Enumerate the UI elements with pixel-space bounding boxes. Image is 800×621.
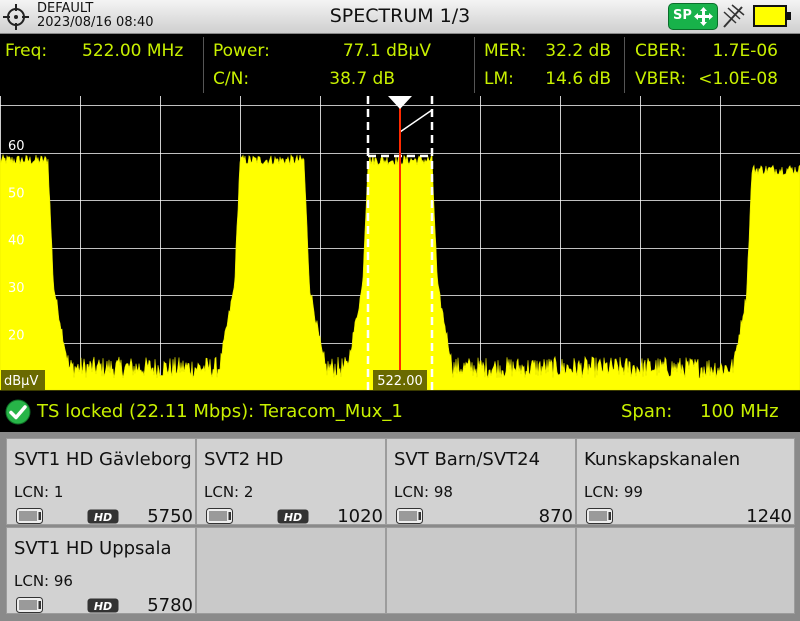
hd-icon: HD [277, 509, 309, 524]
y-unit-label: dBµV [4, 374, 38, 389]
separator [203, 37, 204, 93]
service-cell[interactable]: SVT2 HD LCN: 2 HD 1020 [196, 438, 386, 527]
span-label: Span: [621, 401, 673, 422]
service-name: SVT1 HD Gävleborg [14, 449, 192, 470]
service-cell[interactable]: SVT Barn/SVT24 LCN: 98 870 [386, 438, 576, 527]
service-lcn: LCN: 96 [14, 572, 73, 590]
title-bar: DEFAULT 2023/08/16 08:40 SPECTRUM 1/3 SP [0, 0, 800, 34]
freq-label: Freq: [5, 41, 48, 61]
y-tick-label: 60 [8, 139, 25, 154]
ts-status-text: TS locked (22.11 Mbps): Teracom_Mux_1 [37, 401, 403, 422]
tv-icon [16, 597, 43, 613]
hd-icon: HD [87, 598, 119, 613]
service-name: SVT2 HD [204, 449, 284, 470]
y-tick-label: 40 [8, 234, 25, 249]
measurement-panel: Freq: 522.00 MHz Power: 77.1 dBµV C/N: 3… [0, 34, 800, 96]
cn-value: 38.7 dB [329, 69, 395, 89]
status-line: TS locked (22.11 Mbps): Teracom_Mux_1 Sp… [0, 392, 800, 432]
vber-label: VBER: [635, 69, 687, 89]
service-lcn: LCN: 98 [394, 483, 453, 501]
service-lcn: LCN: 99 [584, 483, 643, 501]
empty-cell [386, 527, 576, 614]
service-pid: 1020 [337, 506, 383, 527]
y-tick-label: 50 [8, 186, 25, 201]
lm-label: LM: [484, 69, 514, 89]
sp-label: SP [673, 8, 692, 23]
service-cell[interactable]: SVT1 HD Gävleborg LCN: 1 HD 5750 [6, 438, 196, 527]
cn-label: C/N: [213, 69, 250, 89]
hd-icon: HD [87, 509, 119, 524]
lm-value: 14.6 dB [545, 69, 611, 89]
tv-icon [396, 508, 423, 524]
empty-cell [196, 527, 386, 614]
tv-icon [586, 508, 613, 524]
marker-freq-label: 522.00 [377, 374, 423, 389]
move-arrows-icon [694, 7, 713, 26]
marker-head [388, 96, 412, 109]
vber-value: <1.0E-08 [698, 69, 778, 89]
service-name: Kunskapskanalen [584, 449, 741, 470]
battery-icon [753, 5, 791, 27]
service-pid: 5780 [147, 595, 193, 616]
empty-cell [576, 527, 795, 614]
tv-icon [16, 508, 43, 524]
check-icon [5, 399, 31, 425]
mer-label: MER: [484, 41, 527, 61]
tv-icon [206, 508, 233, 524]
service-cell[interactable]: SVT1 HD Uppsala LCN: 96 HD 5780 [6, 527, 196, 616]
power-label: Power: [213, 41, 270, 61]
sp-badge[interactable]: SP [668, 3, 718, 30]
freq-value[interactable]: 522.00 MHz [82, 41, 183, 61]
hd-label: HD [94, 511, 112, 524]
marker-diagonal [399, 109, 433, 133]
y-tick-label: 30 [8, 281, 25, 296]
antenna-icon [723, 4, 745, 28]
cber-label: CBER: [635, 41, 687, 61]
spectrum-plot[interactable]: 60 50 40 30 20 522.00 dBµV [0, 96, 800, 392]
service-cell[interactable]: Kunskapskanalen LCN: 99 1240 [576, 438, 795, 527]
mer-value: 32.2 dB [545, 41, 611, 61]
service-name: SVT Barn/SVT24 [394, 449, 541, 470]
services-grid: SVT1 HD Gävleborg LCN: 1 HD 5750 SVT2 HD… [0, 432, 800, 621]
separator [624, 37, 625, 93]
hd-label: HD [94, 600, 112, 613]
hd-label: HD [284, 511, 302, 524]
cber-value: 1.7E-06 [712, 41, 778, 61]
y-tick-label: 20 [8, 329, 25, 344]
service-lcn: LCN: 2 [204, 483, 254, 501]
service-pid: 5750 [147, 506, 193, 527]
service-name: SVT1 HD Uppsala [14, 538, 172, 559]
service-lcn: LCN: 1 [14, 483, 64, 501]
power-value: 77.1 dBµV [342, 41, 431, 61]
service-pid: 1240 [746, 506, 792, 527]
separator [474, 37, 475, 93]
service-pid: 870 [538, 506, 573, 527]
span-value[interactable]: 100 MHz [700, 401, 779, 422]
